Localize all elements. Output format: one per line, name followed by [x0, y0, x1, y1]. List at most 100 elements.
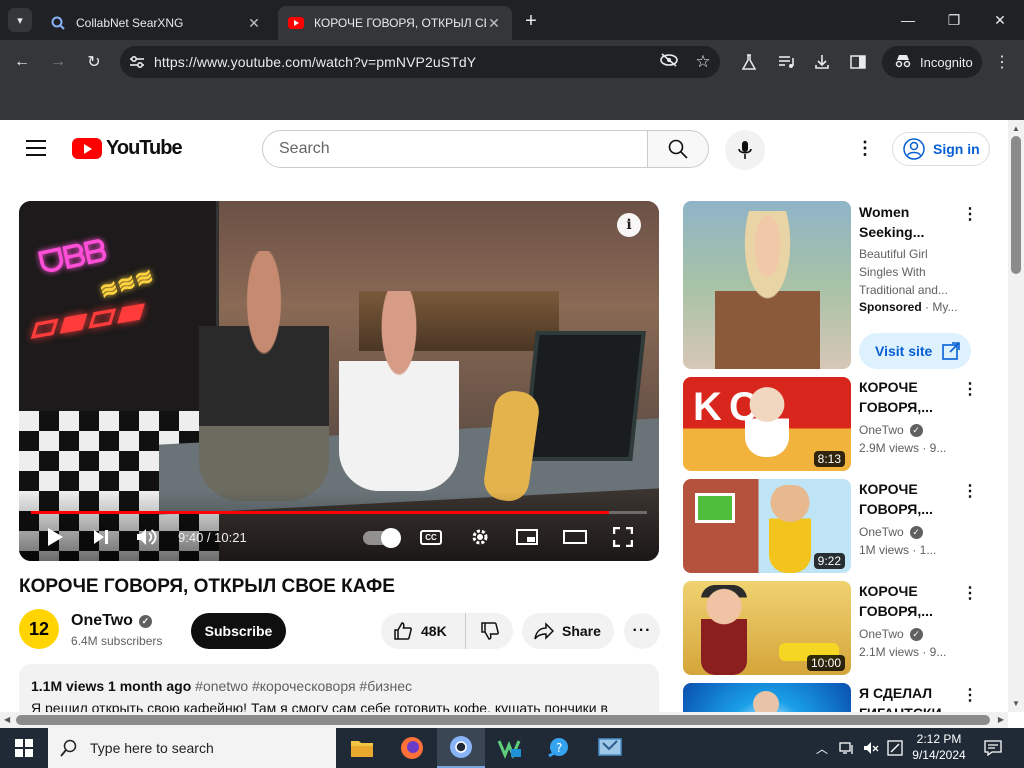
taskbar-clock[interactable]: 2:12 PM 9/14/2024: [906, 731, 972, 763]
scrollbar-thumb[interactable]: [16, 715, 990, 725]
tab-search-button[interactable]: ▾: [8, 8, 32, 32]
fullscreen-icon[interactable]: [609, 523, 637, 551]
chrome-menu-icon[interactable]: ⋮: [990, 50, 1014, 74]
side-panel-icon[interactable]: [846, 50, 870, 74]
recommendation-thumbnail[interactable]: 10:00: [683, 581, 851, 675]
search-input[interactable]: Search: [262, 130, 648, 168]
like-button[interactable]: 48K: [381, 613, 466, 649]
more-actions-button[interactable]: ···: [624, 613, 660, 649]
recommendation-thumbnail[interactable]: 9:22: [683, 479, 851, 573]
incognito-indicator[interactable]: Incognito: [882, 46, 982, 78]
eye-off-icon[interactable]: [652, 52, 686, 72]
progress-bar[interactable]: [31, 511, 647, 514]
remote-desktop-icon[interactable]: [586, 728, 634, 768]
channel-name-row[interactable]: OneTwo ✓: [71, 612, 152, 630]
url-text[interactable]: https://www.youtube.com/watch?v=pmNVP2uS…: [154, 54, 652, 70]
search-button[interactable]: [647, 130, 709, 168]
incognito-label: Incognito: [920, 54, 973, 70]
share-button[interactable]: Share: [522, 613, 614, 649]
hashtags[interactable]: #onetwo #короческоворя #бизнес: [195, 678, 412, 694]
labs-flask-icon[interactable]: [737, 50, 761, 74]
recommendation-menu-icon[interactable]: ⋮: [960, 379, 980, 399]
ad-menu-icon[interactable]: ⋮: [960, 204, 980, 224]
site-info-icon[interactable]: [120, 46, 154, 78]
taskbar-search-box[interactable]: Type here to search: [48, 728, 336, 768]
autoplay-toggle[interactable]: [363, 528, 401, 548]
recommendation-menu-icon[interactable]: ⋮: [960, 583, 980, 603]
app-vs-icon[interactable]: [486, 728, 534, 768]
notifications-icon[interactable]: [980, 728, 1006, 768]
sign-in-button[interactable]: Sign in: [892, 132, 990, 166]
firefox-icon[interactable]: [388, 728, 436, 768]
miniplayer-icon[interactable]: [513, 523, 541, 551]
scroll-down-icon[interactable]: ▼: [1012, 699, 1020, 708]
sponsored-label: Sponsored: [859, 300, 922, 314]
video-player[interactable]: ᗜᗷᗷ ≋≋≋ ▱▰▱▰ i 9:40 / 10:21 CC: [19, 201, 659, 561]
play-icon[interactable]: [41, 523, 69, 551]
close-window-icon[interactable]: ✕: [988, 8, 1012, 32]
scrollbar-thumb[interactable]: [1011, 136, 1021, 274]
support-chat-icon[interactable]: ?: [536, 728, 584, 768]
menu-icon[interactable]: [26, 140, 46, 161]
new-tab-button[interactable]: +: [520, 10, 542, 32]
chrome-icon[interactable]: [437, 728, 485, 768]
forward-icon[interactable]: →: [46, 50, 70, 74]
scroll-right-icon[interactable]: ▶: [998, 715, 1004, 724]
network-icon[interactable]: [836, 728, 858, 768]
tab-close-icon[interactable]: ✕: [246, 15, 262, 32]
channel-avatar[interactable]: 12: [19, 609, 59, 649]
volume-icon[interactable]: [133, 523, 161, 551]
recommendation-channel[interactable]: OneTwo ✓: [859, 525, 923, 539]
restore-icon[interactable]: ❐: [942, 8, 966, 32]
media-controls-icon[interactable]: [775, 50, 799, 74]
recommendation-menu-icon[interactable]: ⋮: [960, 685, 980, 705]
vertical-scrollbar[interactable]: ▲ ▼: [1008, 120, 1024, 712]
scroll-left-icon[interactable]: ◀: [4, 715, 10, 724]
theater-mode-icon[interactable]: [561, 523, 589, 551]
scroll-up-icon[interactable]: ▲: [1012, 124, 1020, 133]
youtube-logo[interactable]: YouTube: [72, 137, 183, 160]
visit-site-button[interactable]: Visit site: [859, 333, 971, 369]
recommendation-title[interactable]: КОРОЧЕ ГОВОРЯ,...: [859, 377, 959, 417]
back-icon[interactable]: ←: [10, 50, 34, 74]
volume-muted-icon[interactable]: [860, 728, 882, 768]
pen-workspace-icon[interactable]: [884, 728, 906, 768]
dislike-button[interactable]: [466, 621, 513, 641]
recommendation-thumbnail[interactable]: K C 8:13: [683, 377, 851, 471]
tab-searxng[interactable]: CollabNet SearXNG ✕: [40, 6, 272, 40]
ad-thumbnail[interactable]: [683, 201, 851, 369]
address-bar[interactable]: https://www.youtube.com/watch?v=pmNVP2uS…: [120, 46, 720, 78]
captions-icon[interactable]: CC: [420, 530, 442, 545]
recommendation-channel[interactable]: OneTwo ✓: [859, 627, 923, 641]
file-explorer-icon[interactable]: [338, 728, 386, 768]
next-icon[interactable]: [87, 523, 115, 551]
channel-name[interactable]: OneTwo: [71, 612, 133, 630]
visit-site-label: Visit site: [875, 343, 933, 359]
recommendation-title[interactable]: КОРОЧЕ ГОВОРЯ,...: [859, 479, 959, 519]
start-button[interactable]: [0, 728, 48, 768]
recommendation-title[interactable]: КОРОЧЕ ГОВОРЯ,...: [859, 581, 959, 621]
voice-search-button[interactable]: [725, 130, 765, 170]
clock-date: 9/14/2024: [912, 748, 966, 762]
microphone-icon: [738, 141, 752, 159]
download-icon[interactable]: [810, 50, 834, 74]
info-icon[interactable]: i: [617, 213, 641, 237]
settings-more-icon[interactable]: ⋮: [853, 136, 877, 160]
ad-title[interactable]: Women Seeking...: [859, 202, 949, 242]
settings-gear-icon[interactable]: [466, 523, 494, 551]
time-display: 9:40 / 10:21: [178, 530, 247, 545]
tab-close-icon[interactable]: ✕: [486, 15, 502, 32]
tab-youtube[interactable]: КОРОЧЕ ГОВОРЯ, ОТКРЫЛ СВОЕ ✕: [278, 6, 512, 40]
verified-icon: ✓: [138, 614, 152, 628]
reload-icon[interactable]: ↻: [82, 50, 106, 74]
recommendation-menu-icon[interactable]: ⋮: [960, 481, 980, 501]
subscribe-button[interactable]: Subscribe: [191, 613, 286, 649]
browser-toolbar: ← → ↻ https://www.youtube.com/watch?v=pm…: [0, 40, 1024, 84]
recommendation-channel[interactable]: OneTwo ✓: [859, 423, 923, 437]
minimize-icon[interactable]: —: [896, 8, 920, 32]
thumbnail-person: [701, 585, 747, 675]
bookmark-star-icon[interactable]: ☆: [686, 52, 720, 72]
tray-chevron-icon[interactable]: ︿: [812, 728, 832, 768]
search-icon: [60, 739, 77, 757]
horizontal-scrollbar[interactable]: ◀ ▶: [0, 712, 1008, 728]
